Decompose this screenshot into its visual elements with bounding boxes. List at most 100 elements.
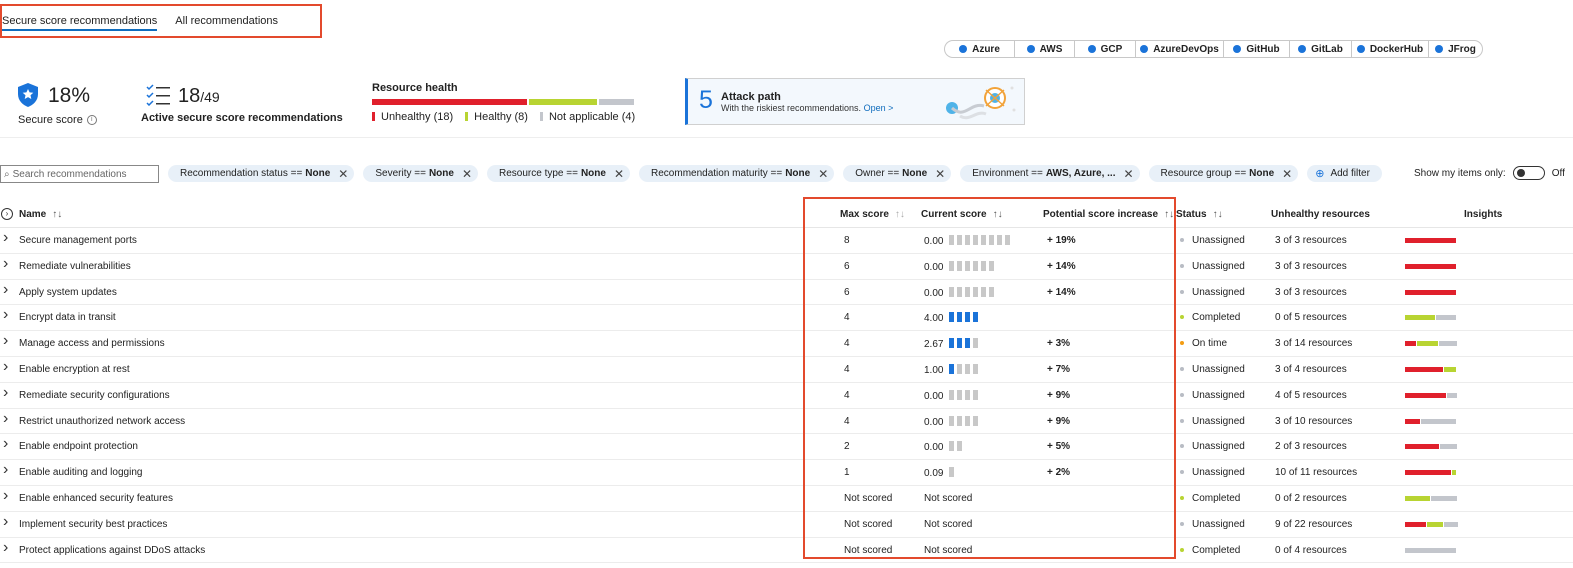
close-icon[interactable]: ✕: [614, 167, 624, 181]
current-score-value: 1.00: [924, 364, 944, 376]
recommendation-name[interactable]: Restrict unauthorized network access: [19, 416, 185, 427]
current-score-bars: [949, 235, 1011, 245]
close-icon[interactable]: ✕: [462, 167, 472, 181]
current-score: 0.00: [924, 235, 1011, 247]
status-label: Completed: [1192, 312, 1241, 324]
score-bar-segment: [965, 286, 971, 297]
column-status[interactable]: Status ↑↓: [1176, 209, 1223, 220]
expand-all-icon[interactable]: ›: [1, 208, 13, 220]
unhealthy-resources: 0 of 4 resources: [1275, 544, 1347, 556]
chevron-right-icon[interactable]: ›: [3, 410, 8, 428]
score-bar-segment: [957, 235, 963, 245]
show-my-items-toggle[interactable]: Show my items only: Off: [1414, 166, 1565, 180]
active-total: /49: [200, 89, 220, 105]
chevron-right-icon[interactable]: ›: [3, 384, 8, 402]
search-input[interactable]: ⌕ Search recommendations: [0, 165, 159, 183]
chevron-right-icon[interactable]: ›: [3, 332, 8, 350]
environment-pill-gcp[interactable]: GCP: [1074, 40, 1135, 58]
environment-pill-azure[interactable]: Azure: [944, 40, 1014, 58]
chevron-right-icon[interactable]: ›: [3, 513, 8, 531]
table-row[interactable]: › Remediate vulnerabilities 6 0.00 + 14% Unas…: [0, 254, 1573, 280]
chevron-right-icon[interactable]: ›: [3, 461, 8, 479]
chevron-right-icon[interactable]: ›: [3, 229, 8, 247]
environment-pill-dockerhub[interactable]: DockerHub: [1351, 40, 1428, 58]
show-my-items-label: Show my items only:: [1414, 167, 1506, 179]
secure-score-label-text: Secure score: [18, 114, 83, 126]
insights-bar-segment: [1447, 392, 1457, 398]
table-row[interactable]: › Apply system updates 6 0.00 + 14% Unassigne…: [0, 280, 1573, 306]
close-icon[interactable]: ✕: [818, 167, 828, 181]
recommendation-name[interactable]: Encrypt data in transit: [19, 312, 116, 323]
table-row[interactable]: › Remediate security configurations 4 0.00 +…: [0, 383, 1573, 409]
recommendation-name[interactable]: Enable enhanced security features: [19, 493, 173, 504]
chevron-right-icon[interactable]: ›: [3, 487, 8, 505]
recommendation-name[interactable]: Enable endpoint protection: [19, 441, 138, 452]
environment-pill-github[interactable]: GitHub: [1223, 40, 1289, 58]
table-row[interactable]: › Secure management ports 8 0.00 + 19% Unassi…: [0, 228, 1573, 254]
attack-path-card[interactable]: 5 Attack path With the riskiest recommen…: [685, 78, 1025, 125]
table-row[interactable]: › Enable enhanced security features Not sc…: [0, 486, 1573, 512]
filter-value: None: [785, 168, 811, 179]
environment-pill-azuredevops[interactable]: AzureDevOps: [1135, 40, 1223, 58]
insights-bar: [1405, 418, 1456, 424]
info-icon[interactable]: i: [86, 115, 97, 126]
table-row[interactable]: › Restrict unauthorized network access 4 0.…: [0, 409, 1573, 435]
chevron-right-icon[interactable]: ›: [3, 435, 8, 453]
table-row[interactable]: › Encrypt data in transit 4 4.00 Completed 0 …: [0, 305, 1573, 332]
recommendation-name[interactable]: Secure management ports: [19, 235, 137, 246]
current-score: 0.00: [924, 415, 979, 428]
toggle-switch[interactable]: [1512, 166, 1545, 180]
recommendation-name[interactable]: Enable auditing and logging: [19, 467, 142, 478]
column-current-score[interactable]: Current score ↑↓: [921, 209, 1003, 220]
unhealthy-resources: 3 of 3 resources: [1275, 235, 1347, 246]
table-row[interactable]: › Enable encryption at rest 4 1.00 + 7% Unass…: [0, 357, 1573, 383]
column-unhealthy-resources[interactable]: Unhealthy resources: [1271, 209, 1370, 220]
environment-pill-gitlab[interactable]: GitLab: [1289, 40, 1351, 58]
recommendation-name[interactable]: Enable encryption at rest: [19, 364, 130, 375]
filter-chip[interactable]: Environment == AWS, Azure, ... ✕: [960, 165, 1140, 182]
recommendation-name[interactable]: Implement security best practices: [19, 519, 167, 530]
column-name[interactable]: Name ↑↓: [19, 209, 62, 220]
status-dot-icon: [1180, 238, 1184, 242]
environment-pill-jfrog[interactable]: JFrog: [1428, 40, 1483, 58]
recommendation-name[interactable]: Manage access and permissions: [19, 338, 165, 349]
table-row[interactable]: › Enable endpoint protection 2 0.00 + 5% Unas…: [0, 434, 1573, 461]
unhealthy-resources: 4 of 5 resources: [1275, 389, 1347, 401]
tab-all-recommendations[interactable]: All recommendations: [166, 6, 287, 36]
recommendation-name[interactable]: Apply system updates: [19, 287, 117, 298]
table-row[interactable]: › Protect applications against DDoS attac…: [0, 538, 1573, 564]
recommendation-name[interactable]: Protect applications against DDoS attack…: [19, 545, 205, 556]
close-icon[interactable]: ✕: [1282, 167, 1292, 181]
chevron-right-icon[interactable]: ›: [3, 255, 8, 273]
close-icon[interactable]: ✕: [1123, 167, 1133, 181]
close-icon[interactable]: ✕: [338, 167, 348, 181]
column-potential-score-increase[interactable]: Potential score increase ↑↓: [1043, 209, 1174, 220]
score-bar-segment: [957, 286, 963, 297]
column-max-score[interactable]: Max score ↑↓: [840, 209, 905, 220]
filter-key: Resource type ==: [499, 168, 578, 179]
recommendation-name[interactable]: Remediate security configurations: [19, 390, 170, 401]
environment-pill-aws[interactable]: AWS: [1014, 40, 1074, 58]
tab-secure-score-recommendations[interactable]: Secure score recommendations: [2, 6, 166, 36]
filter-chip[interactable]: Owner == None ✕: [843, 165, 952, 182]
recommendation-name[interactable]: Remediate vulnerabilities: [19, 261, 131, 272]
filter-chip[interactable]: Severity == None ✕: [363, 165, 479, 182]
insights-bar: [1405, 521, 1458, 527]
add-filter-button[interactable]: ⊕ Add filter: [1307, 165, 1382, 182]
table-row[interactable]: › Implement security best practices Not sc…: [0, 512, 1573, 538]
table-row[interactable]: › Enable auditing and logging 1 0.09 + 2% Una…: [0, 460, 1573, 486]
filter-chip[interactable]: Resource type == None ✕: [487, 165, 631, 182]
column-max-score-label: Max score: [840, 209, 889, 220]
filter-chip[interactable]: Resource group == None ✕: [1148, 165, 1299, 182]
insights-bar: [1405, 547, 1456, 553]
chevron-right-icon[interactable]: ›: [3, 358, 8, 376]
filter-chip[interactable]: Recommendation status == None ✕: [168, 165, 355, 182]
insights-bar-segment: [1440, 444, 1457, 450]
chevron-right-icon[interactable]: ›: [3, 306, 8, 324]
chevron-right-icon[interactable]: ›: [3, 281, 8, 299]
close-icon[interactable]: ✕: [935, 167, 945, 181]
filter-chip[interactable]: Recommendation maturity == None ✕: [639, 165, 835, 182]
attack-path-open-link[interactable]: Open >: [864, 103, 894, 113]
table-row[interactable]: › Manage access and permissions 4 2.67 + 3% O…: [0, 331, 1573, 357]
chevron-right-icon[interactable]: ›: [3, 539, 8, 557]
